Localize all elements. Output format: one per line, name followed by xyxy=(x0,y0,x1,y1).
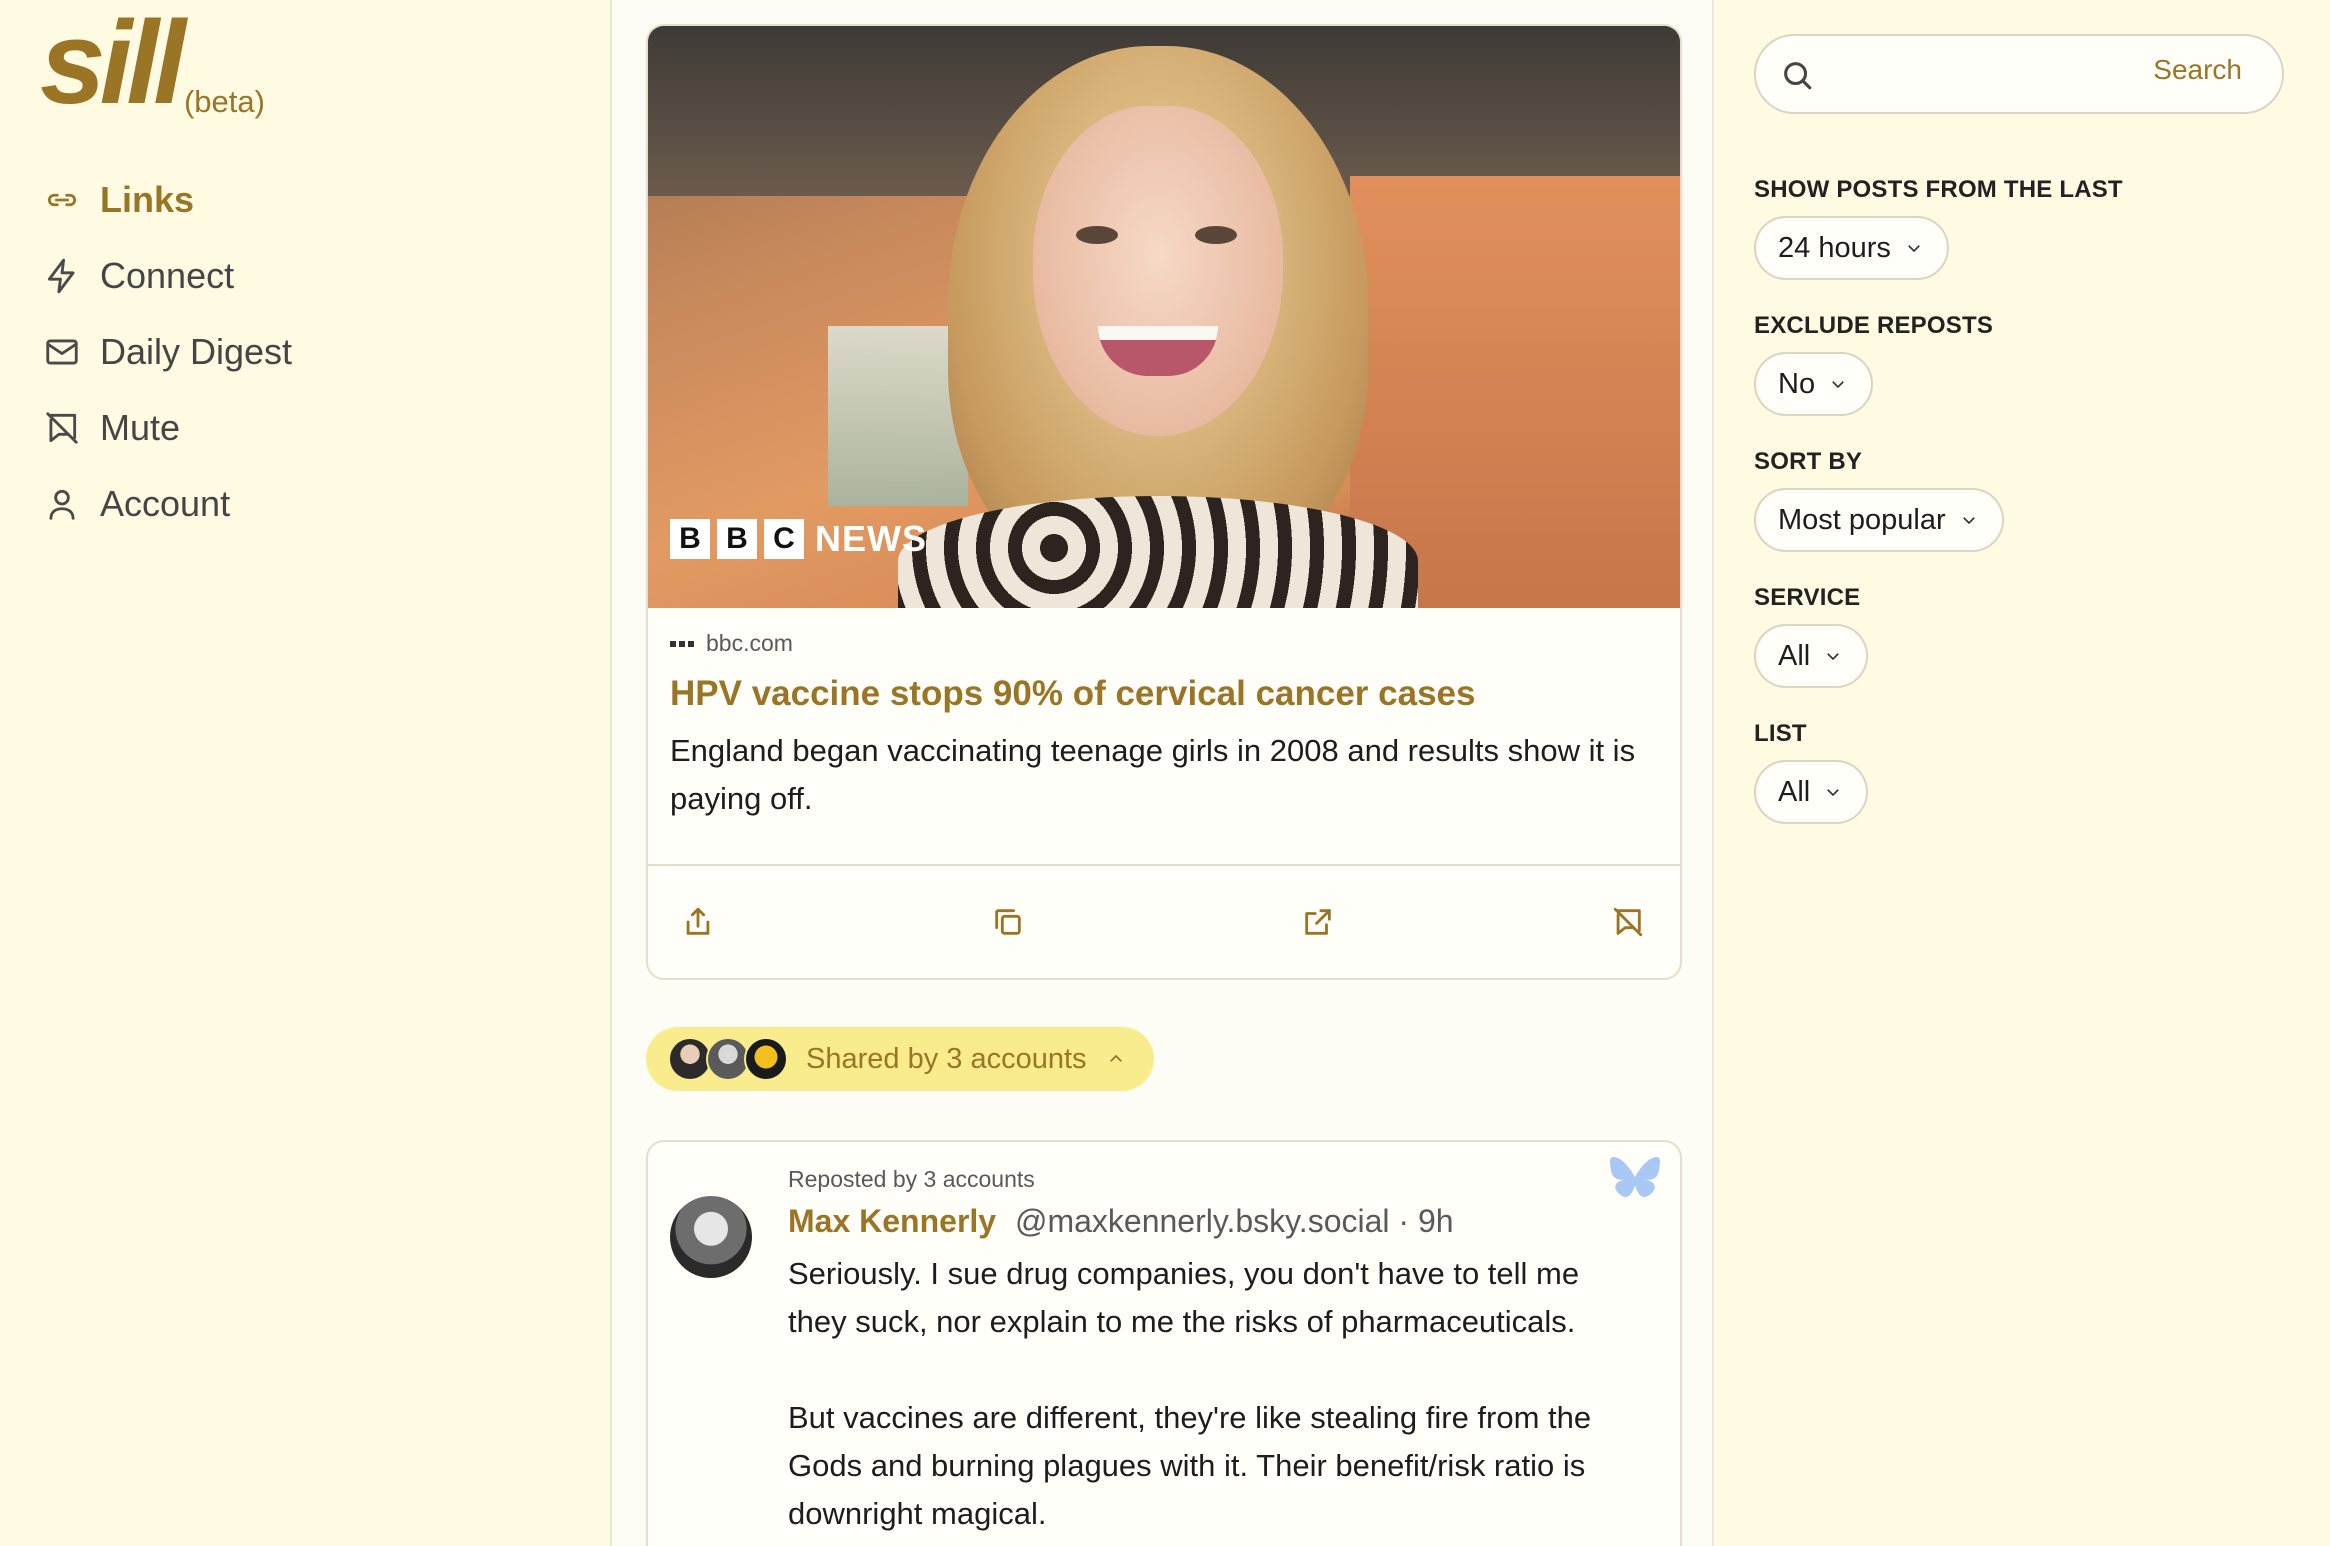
filter-label: SERVICE xyxy=(1754,584,1861,611)
open-external-button[interactable] xyxy=(1298,902,1338,942)
nav-item-mute[interactable]: Mute xyxy=(42,390,292,466)
copy-button[interactable] xyxy=(988,902,1028,942)
filter-label: LIST xyxy=(1754,720,1807,747)
chevron-down-icon xyxy=(1905,239,1923,257)
filter-label: SORT BY xyxy=(1754,448,1863,475)
share-icon xyxy=(686,907,710,935)
link-description: England began vaccinating teenage girls … xyxy=(670,732,1636,816)
thumbnail-shirt xyxy=(898,496,1418,608)
mute-link-button[interactable] xyxy=(1608,902,1648,942)
nav-label-mute: Mute xyxy=(100,407,181,448)
main-nav: Links Connect Daily Digest Mute Account xyxy=(42,162,292,542)
search-input[interactable] xyxy=(1826,50,2126,100)
filter-time-range: SHOW POSTS FROM THE LAST 24 hours xyxy=(1754,176,2123,280)
search-button[interactable]: Search xyxy=(2153,54,2242,86)
nav-item-account[interactable]: Account xyxy=(42,466,292,542)
copy-icon xyxy=(995,909,1021,935)
logo-wordmark: sill xyxy=(40,0,186,129)
lightning-icon xyxy=(42,256,82,296)
nav-label-daily-digest: Daily Digest xyxy=(100,331,293,372)
search-bar: Search xyxy=(1754,34,2284,114)
post-body: Reposted by 3 accounts Max Kennerly @max… xyxy=(788,1166,1620,1538)
nav-label-account: Account xyxy=(100,483,231,524)
chevron-down-icon xyxy=(1829,375,1847,393)
select-value: All xyxy=(1778,639,1811,672)
bbc-letter: C xyxy=(764,519,804,559)
link-title[interactable]: HPV vaccine stops 90% of cervical cancer… xyxy=(670,671,1656,717)
nav-label-links: Links xyxy=(100,179,195,220)
chevron-down-icon xyxy=(1960,511,1978,529)
bbc-letter: B xyxy=(717,519,757,559)
mute-icon xyxy=(1613,907,1643,937)
time-range-select[interactable]: 24 hours xyxy=(1754,216,1949,280)
select-value: 24 hours xyxy=(1778,231,1891,264)
bbc-letter: B xyxy=(670,519,710,559)
select-value: All xyxy=(1778,775,1811,808)
search-icon xyxy=(1780,58,1814,92)
domain-row: bbc.com xyxy=(670,630,1656,657)
shared-by-toggle[interactable]: Shared by 3 accounts xyxy=(646,1027,1154,1091)
beta-tag: (beta) xyxy=(183,84,265,119)
nav-item-daily-digest[interactable]: Daily Digest xyxy=(42,314,292,390)
sort-by-select[interactable]: Most popular xyxy=(1754,488,2004,552)
link-card: B B C NEWS bbc.com HPV vaccine stops 90%… xyxy=(646,24,1682,980)
feed: B B C NEWS bbc.com HPV vaccine stops 90%… xyxy=(614,0,1714,1546)
favicon-icon xyxy=(670,640,694,647)
post-card: Reposted by 3 accounts Max Kennerly @max… xyxy=(646,1140,1682,1546)
nav-label-connect: Connect xyxy=(100,255,235,296)
logo[interactable]: sill (beta) xyxy=(40,4,265,122)
service-select[interactable]: All xyxy=(1754,624,1869,688)
nav-item-connect[interactable]: Connect xyxy=(42,238,292,314)
chevron-down-icon xyxy=(1824,783,1842,801)
author-name[interactable]: Max Kennerly xyxy=(788,1203,996,1239)
select-value: No xyxy=(1778,367,1816,400)
link-body: bbc.com HPV vaccine stops 90% of cervica… xyxy=(648,608,1680,823)
avatar xyxy=(744,1037,788,1081)
chevron-up-icon xyxy=(1107,1050,1125,1068)
post-text: Seriously. I sue drug companies, you don… xyxy=(788,1256,1592,1531)
filter-exclude-reposts: EXCLUDE REPOSTS No xyxy=(1754,312,1993,416)
right-panel: Search SHOW POSTS FROM THE LAST 24 hours… xyxy=(1716,0,2330,1546)
share-button[interactable] xyxy=(678,902,718,942)
link-actions xyxy=(648,864,1680,978)
thumbnail-face xyxy=(1033,106,1283,436)
app: sill (beta) Links Connect Daily Digest M… xyxy=(0,0,2330,1546)
mail-icon xyxy=(42,332,82,372)
nav-item-links[interactable]: Links xyxy=(42,162,292,238)
shared-by-label: Shared by 3 accounts xyxy=(806,1042,1087,1075)
exclude-reposts-select[interactable]: No xyxy=(1754,352,1874,416)
left-sidebar: sill (beta) Links Connect Daily Digest M… xyxy=(0,0,612,1546)
mute-icon xyxy=(42,408,82,448)
avatar[interactable] xyxy=(670,1196,752,1278)
bbc-news-logo: B B C NEWS xyxy=(670,518,927,560)
user-icon xyxy=(42,484,82,524)
open-external-icon xyxy=(1305,909,1331,935)
select-value: Most popular xyxy=(1778,503,1946,536)
article-thumbnail[interactable]: B B C NEWS xyxy=(648,26,1680,608)
list-select[interactable]: All xyxy=(1754,760,1869,824)
filter-label: EXCLUDE REPOSTS xyxy=(1754,312,1994,339)
thumbnail-eye-right xyxy=(1195,226,1237,244)
sharer-avatars xyxy=(668,1037,788,1081)
author-row: Max Kennerly @maxkennerly.bsky.social · … xyxy=(788,1203,1620,1240)
filter-sort-by: SORT BY Most popular xyxy=(1754,448,2004,552)
filter-list: LIST All xyxy=(1754,720,1869,824)
filter-label: SHOW POSTS FROM THE LAST xyxy=(1754,176,2123,203)
thumbnail-window xyxy=(828,326,968,506)
link-icon xyxy=(42,180,82,220)
filter-service: SERVICE All xyxy=(1754,584,1869,688)
author-handle[interactable]: @maxkennerly.bsky.social · 9h xyxy=(1015,1203,1454,1239)
thumbnail-eye-left xyxy=(1076,226,1118,244)
bbc-news-word: NEWS xyxy=(815,518,927,559)
chevron-down-icon xyxy=(1824,647,1842,665)
reposted-by[interactable]: Reposted by 3 accounts xyxy=(788,1166,1620,1193)
link-domain: bbc.com xyxy=(706,630,793,656)
